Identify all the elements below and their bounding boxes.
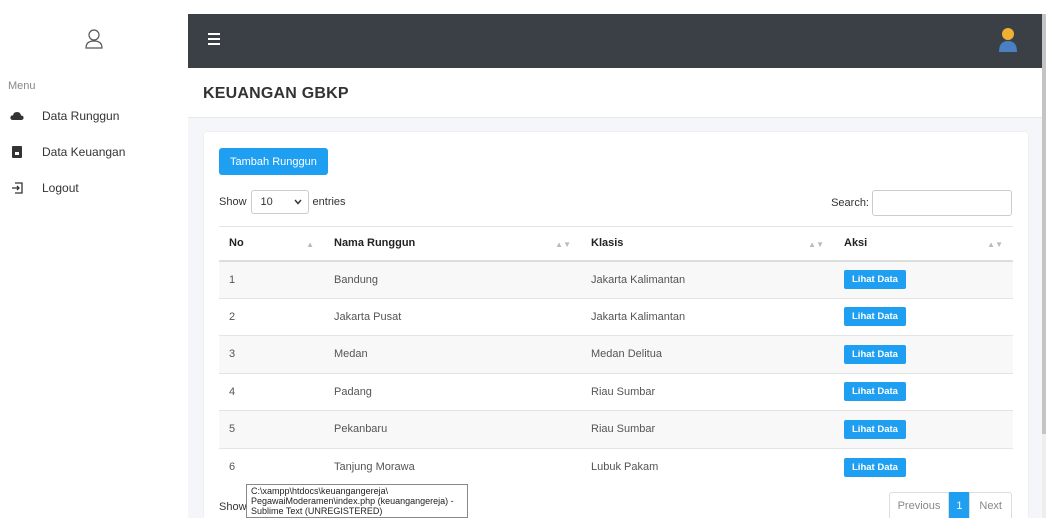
user-avatar-icon[interactable] (998, 26, 1018, 54)
cell-aksi: Lihat Data (834, 372, 1013, 411)
search-label: Search: (831, 197, 869, 209)
cell-klasis: Riau Sumbar (581, 410, 834, 448)
cell-nama: Tanjung Morawa (324, 447, 581, 486)
cell-klasis: Riau Sumbar (581, 372, 834, 411)
col-header-label: Aksi (844, 237, 868, 250)
cell-no: 4 (219, 372, 324, 411)
pagination-page-1[interactable]: 1 (949, 492, 970, 518)
col-header-label: Klasis (591, 237, 624, 250)
topbar (188, 14, 1042, 68)
user-icon (85, 29, 103, 49)
sort-icon: ▲▼ (555, 240, 571, 249)
sort-icon: ▲▼ (987, 240, 1003, 249)
col-header-klasis[interactable]: Klasis ▲▼ (581, 226, 834, 262)
search-box: Search: (831, 190, 1012, 216)
search-input[interactable] (872, 190, 1012, 216)
sidebar-item-label: Data Keuangan (42, 145, 126, 159)
cell-nama: Bandung (324, 260, 581, 298)
sidebar-item-label: Logout (42, 181, 79, 195)
cell-aksi: Lihat Data (834, 260, 1013, 298)
lihat-data-button[interactable]: Lihat Data (844, 344, 906, 364)
sidebar-item-logout[interactable]: Logout (10, 177, 79, 199)
cell-no: 6 (219, 447, 324, 486)
logout-icon (10, 181, 24, 195)
page-header: KEUANGAN GBKP (188, 68, 1042, 118)
pagination-previous[interactable]: Previous (888, 492, 950, 518)
scrollbar-thumb[interactable] (1042, 14, 1046, 434)
table-row: 3 Medan Medan Delitua Lihat Data (219, 335, 1013, 373)
cell-no: 5 (219, 410, 324, 448)
sort-icon: ▲▼ (808, 240, 824, 249)
hamburger-icon[interactable] (208, 33, 220, 45)
lihat-data-button[interactable]: Lihat Data (844, 419, 906, 439)
cell-aksi: Lihat Data (834, 297, 1013, 336)
lihat-data-button[interactable]: Lihat Data (844, 307, 906, 327)
cell-nama: Medan (324, 335, 581, 373)
taskbar-tooltip: C:\xampp\htdocs\keuangangereja\ PegawaiM… (246, 484, 468, 518)
cell-aksi: Lihat Data (834, 335, 1013, 373)
lihat-data-button[interactable]: Lihat Data (844, 270, 906, 289)
add-runggun-button[interactable]: Tambah Runggun (219, 148, 328, 175)
col-header-aksi[interactable]: Aksi ▲▼ (834, 226, 1013, 262)
data-card: Tambah Runggun Show 10 entries Search: N… (204, 132, 1028, 518)
sidebar-menu-label: Menu (8, 80, 36, 92)
lihat-data-button[interactable]: Lihat Data (844, 457, 906, 477)
cell-nama: Padang (324, 372, 581, 411)
table-row: 2 Jakarta Pusat Jakarta Kalimantan Lihat… (219, 297, 1013, 336)
page-title: KEUANGAN GBKP (203, 85, 349, 102)
sidebar-item-data-runggun[interactable]: Data Runggun (10, 105, 119, 127)
cloud-icon (10, 109, 24, 123)
sidebar-item-label: Data Runggun (42, 109, 120, 123)
file-icon (10, 145, 24, 159)
col-header-label: No (229, 237, 244, 250)
cell-klasis: Medan Delitua (581, 335, 834, 373)
lihat-data-button[interactable]: Lihat Data (844, 382, 906, 402)
table-row: 1 Bandung Jakarta Kalimantan Lihat Data (219, 260, 1013, 298)
cell-aksi: Lihat Data (834, 410, 1013, 448)
entries-label: entries (312, 196, 346, 208)
table-row: 5 Pekanbaru Riau Sumbar Lihat Data (219, 410, 1013, 448)
col-header-label: Nama Runggun (334, 237, 416, 250)
cell-no: 1 (219, 260, 324, 298)
cell-nama: Jakarta Pusat (324, 297, 581, 336)
cell-nama: Pekanbaru (324, 410, 581, 448)
sidebar: Menu Data Runggun Data Keuangan Logout (0, 0, 188, 518)
table-info: Show (219, 501, 247, 513)
show-label: Show (219, 196, 247, 208)
table-header-row: No ▲ Nama Runggun ▲▼ Klasis ▲▼ Aksi ▲▼ (219, 226, 1013, 262)
show-entries: Show 10 entries (219, 190, 346, 214)
pagination-next[interactable]: Next (969, 492, 1012, 518)
col-header-nama-runggun[interactable]: Nama Runggun ▲▼ (324, 226, 581, 262)
chevron-down-icon (293, 199, 302, 205)
runggun-table: No ▲ Nama Runggun ▲▼ Klasis ▲▼ Aksi ▲▼ 1… (219, 226, 1013, 486)
entries-select[interactable]: 10 (250, 190, 309, 214)
sort-asc-icon: ▲ (306, 240, 314, 249)
cell-klasis: Lubuk Pakam (581, 447, 834, 486)
table-row: 6 Tanjung Morawa Lubuk Pakam Lihat Data (219, 447, 1013, 486)
cell-klasis: Jakarta Kalimantan (581, 260, 834, 298)
entries-value: 10 (260, 196, 273, 208)
tooltip-line: PegawaiModeramen\index.php (keuangangere… (251, 496, 454, 506)
cell-no: 3 (219, 335, 324, 373)
cell-no: 2 (219, 297, 324, 336)
sidebar-item-data-keuangan[interactable]: Data Keuangan (10, 141, 125, 163)
pagination: Previous 1 Next (888, 492, 1012, 518)
table-row: 4 Padang Riau Sumbar Lihat Data (219, 372, 1013, 411)
tooltip-line: Sublime Text (UNREGISTERED) (251, 506, 383, 516)
cell-aksi: Lihat Data (834, 447, 1013, 486)
tooltip-line: C:\xampp\htdocs\keuangangereja\ (251, 486, 389, 496)
col-header-no[interactable]: No ▲ (219, 226, 324, 262)
cell-klasis: Jakarta Kalimantan (581, 297, 834, 336)
